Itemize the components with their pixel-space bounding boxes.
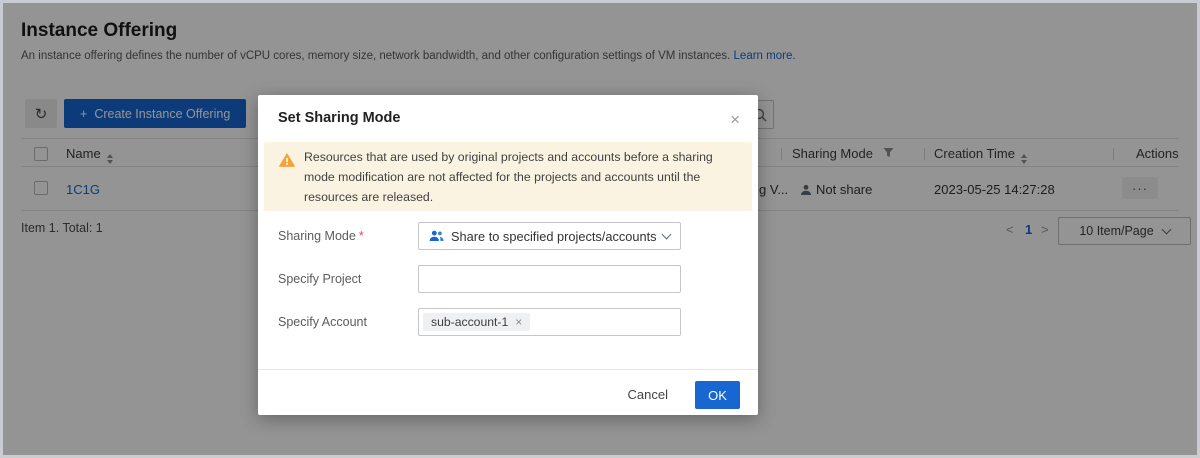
chevron-down-icon [661, 229, 672, 239]
cancel-button[interactable]: Cancel [622, 381, 674, 409]
ok-button[interactable]: OK [695, 381, 740, 409]
ok-button-label: OK [708, 387, 727, 403]
specify-project-input[interactable] [418, 265, 681, 293]
account-tag-label: sub-account-1 [431, 315, 509, 329]
sharing-mode-label-text: Sharing Mode [278, 229, 356, 243]
close-button[interactable]: × [726, 107, 744, 132]
specify-project-row: Specify Project [258, 265, 758, 293]
sharing-mode-label: Sharing Mode * [278, 222, 364, 250]
modal-footer-divider [258, 369, 758, 370]
required-asterisk: * [358, 229, 364, 243]
tag-remove-icon[interactable]: × [515, 316, 522, 328]
warning-text: Resources that are used by original proj… [304, 150, 713, 204]
specify-account-row: Specify Account sub-account-1 × [258, 308, 758, 336]
warning-icon [279, 153, 295, 167]
sharing-mode-row: Sharing Mode * Share to specified project… [258, 222, 758, 250]
account-tag: sub-account-1 × [423, 313, 531, 331]
users-icon [429, 230, 444, 241]
warning-banner: Resources that are used by original proj… [264, 142, 752, 211]
set-sharing-mode-dialog: Set Sharing Mode × Resources that are us… [258, 95, 758, 415]
close-icon: × [730, 110, 740, 129]
modal-title: Set Sharing Mode [278, 110, 401, 126]
specify-account-label: Specify Account [278, 315, 367, 329]
sharing-mode-select[interactable]: Share to specified projects/accounts [418, 222, 681, 250]
specify-project-label: Specify Project [278, 272, 362, 286]
app-window: Instance Offering An instance offering d… [0, 0, 1200, 458]
specify-account-input[interactable]: sub-account-1 × [418, 308, 681, 336]
sharing-mode-value: Share to specified projects/accounts [451, 228, 657, 244]
